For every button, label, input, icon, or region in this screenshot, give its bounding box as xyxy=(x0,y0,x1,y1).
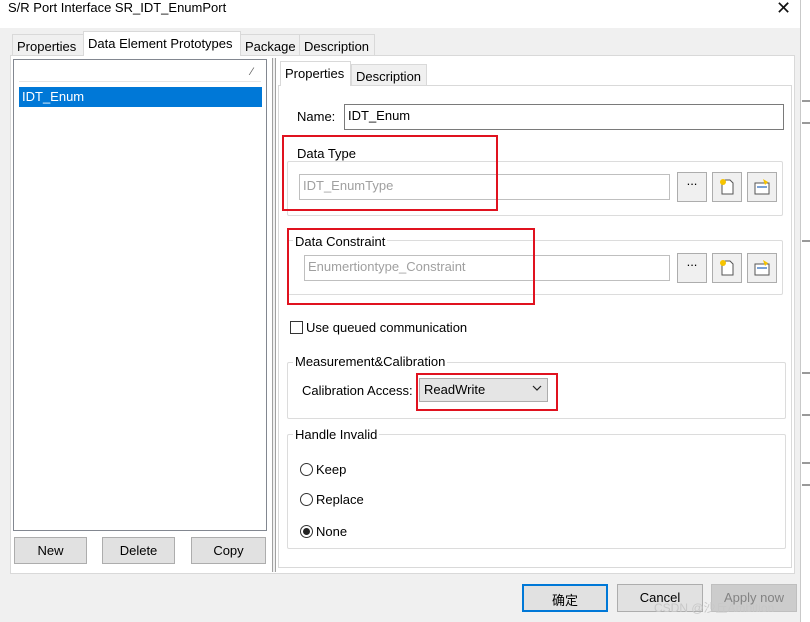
data-type-edit-button[interactable] xyxy=(747,172,777,202)
list-item[interactable]: IDT_Enum xyxy=(19,87,262,107)
browse-label: ... xyxy=(686,254,698,269)
edit-properties-icon xyxy=(754,179,770,195)
list-column-header[interactable]: ⁄ xyxy=(19,64,261,82)
tab-description[interactable]: Description xyxy=(299,34,375,56)
data-constraint-highlight xyxy=(287,228,535,305)
measurement-calibration-label: Measurement&Calibration xyxy=(293,354,448,369)
tab-inner-properties[interactable]: Properties xyxy=(280,61,351,86)
queued-communication-checkbox[interactable] xyxy=(290,321,303,334)
browse-label: ... xyxy=(686,173,698,188)
delete-button[interactable]: Delete xyxy=(102,537,175,564)
background-window-edge xyxy=(800,0,810,622)
watermark: CSDN @沙丘Ambition xyxy=(654,601,775,615)
window-title: S/R Port Interface SR_IDT_EnumPort xyxy=(8,0,227,15)
radio-keep[interactable] xyxy=(300,463,313,476)
calibration-access-highlight xyxy=(416,373,558,411)
data-type-highlight xyxy=(282,135,498,211)
tab-inner-description[interactable]: Description xyxy=(351,64,427,86)
close-icon[interactable]: ✕ xyxy=(776,0,791,19)
tab-properties[interactable]: Properties xyxy=(12,34,84,56)
new-button[interactable]: New xyxy=(14,537,87,564)
radio-none-label: None xyxy=(316,524,348,539)
data-constraint-edit-button[interactable] xyxy=(747,253,777,283)
element-list[interactable]: ⁄ IDT_Enum xyxy=(13,59,267,531)
new-document-icon xyxy=(720,179,734,195)
handle-invalid-label: Handle Invalid xyxy=(293,427,380,442)
ok-button[interactable]: 确定 xyxy=(522,584,608,612)
radio-replace[interactable] xyxy=(300,493,313,506)
queued-communication-label: Use queued communication xyxy=(306,320,468,335)
name-label: Name: xyxy=(297,109,336,124)
tab-data-element-prototypes[interactable]: Data Element Prototypes xyxy=(83,31,241,56)
edit-properties-icon xyxy=(754,260,770,276)
radio-none[interactable] xyxy=(300,525,313,538)
calibration-access-label: Calibration Access: xyxy=(302,383,413,398)
data-constraint-new-button[interactable] xyxy=(712,253,742,283)
column-resize-icon[interactable]: ⁄ xyxy=(251,66,253,78)
copy-button[interactable]: Copy xyxy=(191,537,266,564)
data-type-new-button[interactable] xyxy=(712,172,742,202)
radio-replace-label: Replace xyxy=(316,492,364,507)
name-input[interactable]: IDT_Enum xyxy=(344,104,784,130)
radio-keep-label: Keep xyxy=(316,462,347,477)
radio-selected-dot xyxy=(303,528,310,535)
title-bar: S/R Port Interface SR_IDT_EnumPort ✕ xyxy=(0,0,800,28)
splitter[interactable] xyxy=(272,58,276,572)
new-document-icon xyxy=(720,260,734,276)
tab-package[interactable]: Package xyxy=(240,34,300,56)
data-constraint-browse-button[interactable]: ... xyxy=(677,253,707,283)
data-type-browse-button[interactable]: ... xyxy=(677,172,707,202)
